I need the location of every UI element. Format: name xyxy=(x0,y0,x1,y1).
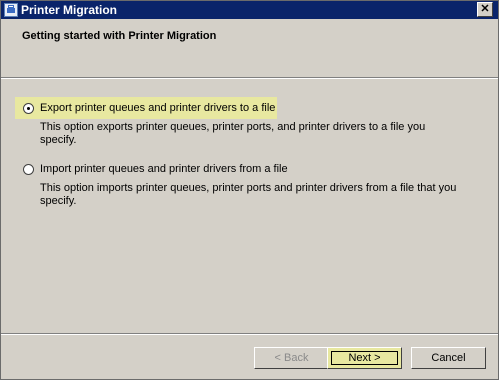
import-radio-button[interactable] xyxy=(23,164,34,175)
wizard-header: Getting started with Printer Migration xyxy=(1,19,498,77)
back-button[interactable]: < Back xyxy=(254,347,329,369)
export-radio-button[interactable] xyxy=(23,103,34,114)
footer-divider xyxy=(1,333,498,335)
export-option-label[interactable]: Export printer queues and printer driver… xyxy=(40,102,275,114)
window-title: Printer Migration xyxy=(21,3,118,17)
close-button[interactable]: ✕ xyxy=(477,2,493,17)
import-option-label[interactable]: Import printer queues and printer driver… xyxy=(40,163,288,175)
title-bar[interactable]: Printer Migration ✕ xyxy=(1,1,498,19)
printer-migration-dialog: Printer Migration ✕ Getting started with… xyxy=(0,0,499,380)
export-option-description: This option exports printer queues, prin… xyxy=(40,121,426,146)
page-heading: Getting started with Printer Migration xyxy=(22,30,217,42)
cancel-button[interactable]: Cancel xyxy=(411,347,486,369)
header-divider xyxy=(1,77,498,79)
import-option-description: This option imports printer queues, prin… xyxy=(40,182,457,207)
next-button-label: Next > xyxy=(331,351,398,365)
printer-migration-app-icon xyxy=(4,3,18,17)
next-button[interactable]: Next > xyxy=(327,347,402,369)
